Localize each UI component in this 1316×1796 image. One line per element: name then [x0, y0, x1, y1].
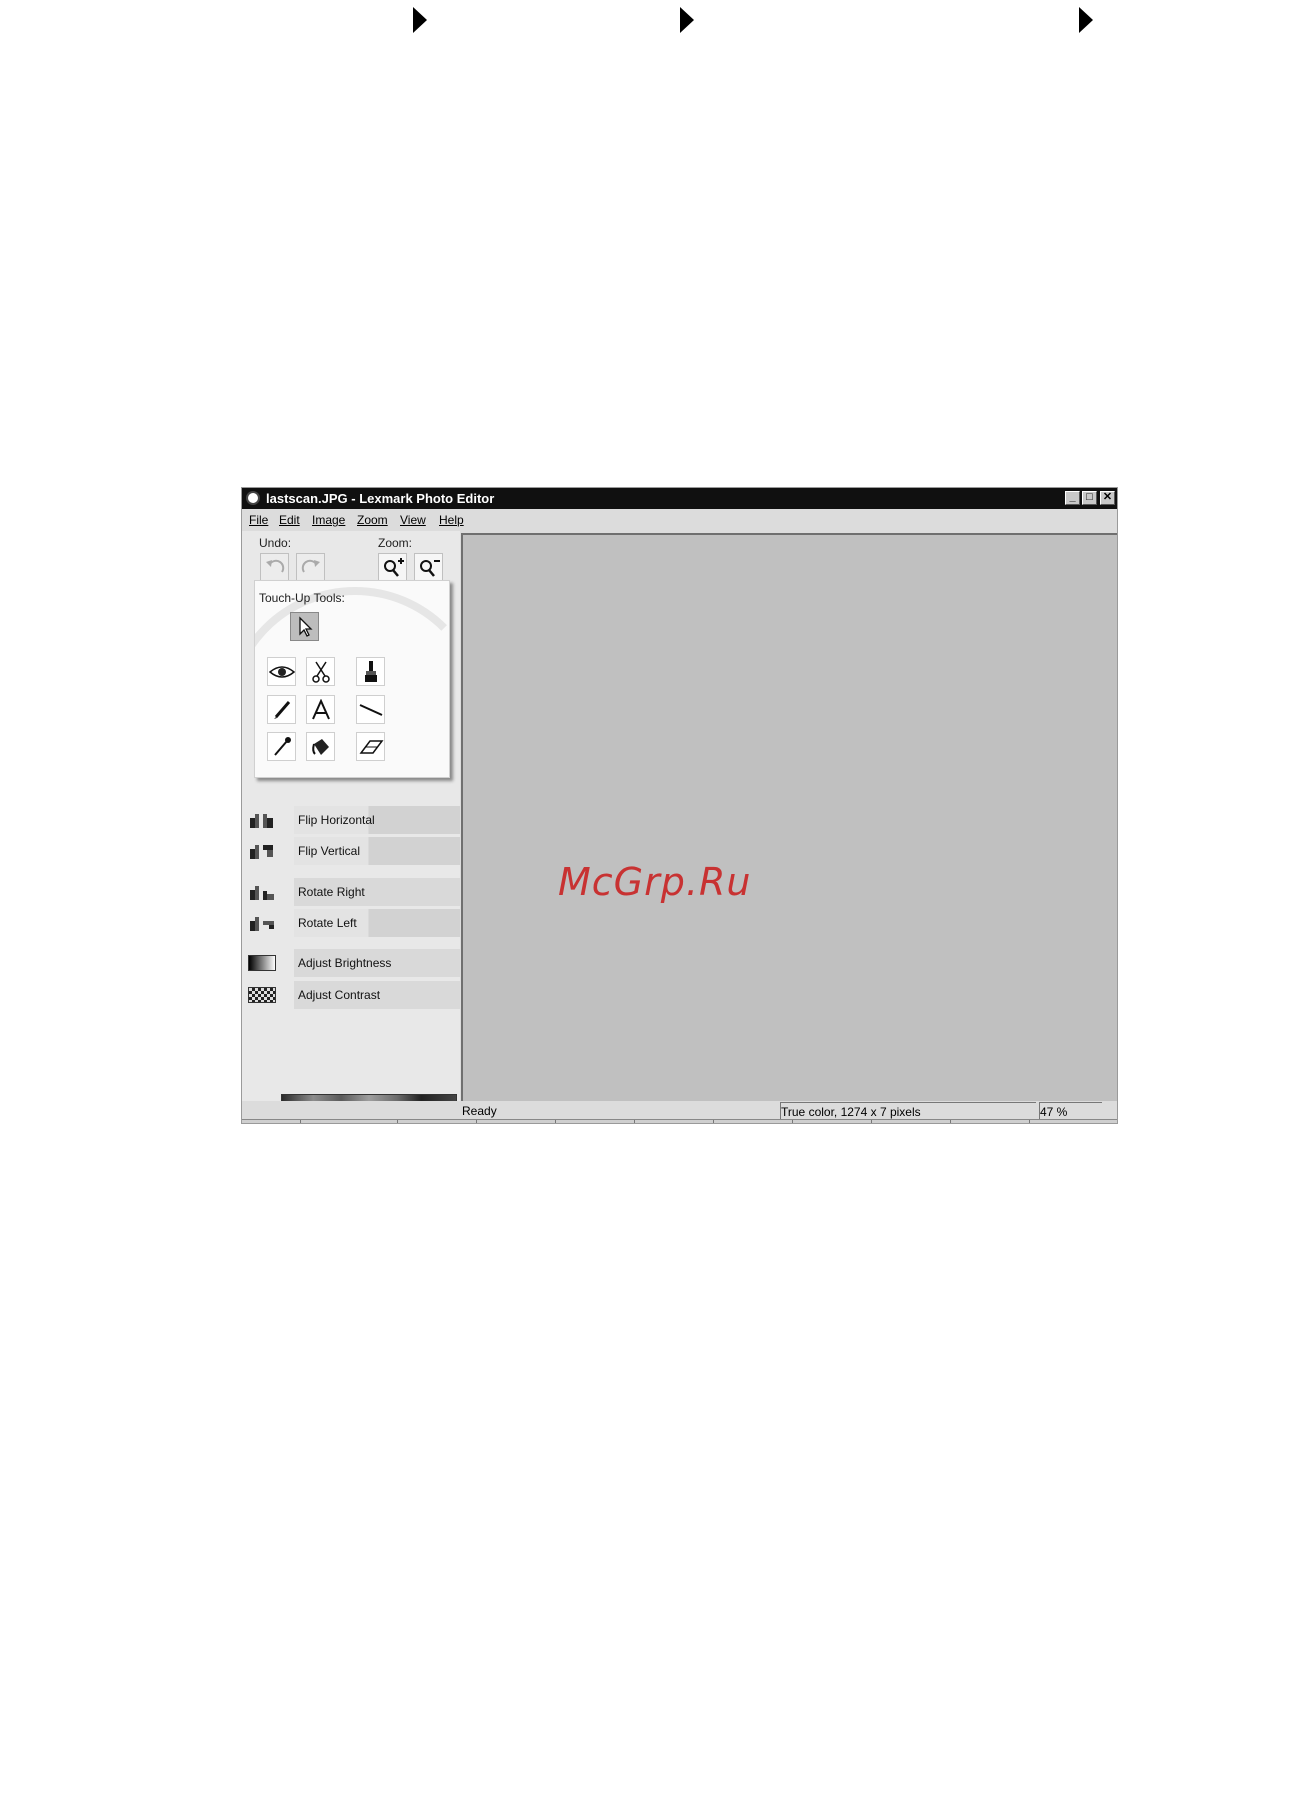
- undo-label: Undo:: [259, 536, 292, 550]
- adjust-brightness-row[interactable]: Adjust Brightness: [242, 949, 460, 977]
- menu-bar: File Edit Image Zoom View Help: [242, 509, 1117, 531]
- zoom-label: Zoom:: [378, 536, 413, 550]
- rotate-right-row[interactable]: Rotate Right: [242, 878, 460, 906]
- page-arrow-3: [1079, 7, 1093, 33]
- eraser-tool[interactable]: [356, 732, 385, 761]
- flip-horizontal-label: Flip Horizontal: [294, 806, 460, 834]
- watermark-text: McGrp.Ru: [558, 860, 752, 904]
- adjust-contrast-row[interactable]: Adjust Contrast: [242, 981, 460, 1009]
- maximize-button[interactable]: □: [1082, 491, 1097, 505]
- fill-icon: [311, 738, 329, 755]
- eraser-icon: [359, 739, 383, 754]
- zoom-out-button[interactable]: [414, 553, 443, 581]
- page-arrow-1: [413, 7, 427, 33]
- zoom-out-icon: [419, 560, 440, 577]
- menu-zoom[interactable]: Zoom: [357, 509, 388, 531]
- flip-vertical-row[interactable]: Flip Vertical: [242, 837, 460, 865]
- status-zoom: 47 %: [1039, 1102, 1102, 1119]
- undo-button[interactable]: [260, 553, 289, 581]
- brush-icon: [364, 660, 377, 682]
- dropper-icon: [273, 736, 291, 756]
- left-panel: Undo: Zoom: Touch-Up Tools: Flip Horizon…: [242, 531, 460, 1123]
- rotate-right-icon: [250, 886, 274, 900]
- red-eye-icon: [268, 665, 295, 678]
- status-image-info: True color, 1274 x 7 pixels: [780, 1102, 1036, 1119]
- text-tool[interactable]: [306, 695, 335, 724]
- redo-icon: [301, 559, 320, 573]
- menu-help[interactable]: Help: [439, 509, 464, 531]
- touchup-tools-panel: Touch-Up Tools:: [254, 580, 450, 778]
- taskbar-strip: [242, 1119, 1117, 1123]
- page-arrow-2: [680, 7, 694, 33]
- photo-editor-window: lastscan.JPG - Lexmark Photo Editor _ □ …: [241, 487, 1118, 1124]
- brightness-icon: [248, 955, 276, 971]
- scissors-icon: [311, 661, 330, 683]
- zoom-in-icon: [383, 558, 404, 577]
- adjust-brightness-label: Adjust Brightness: [294, 949, 460, 977]
- flip-horizontal-row[interactable]: Flip Horizontal: [242, 806, 460, 834]
- text-icon: [311, 698, 330, 719]
- pencil-tool[interactable]: [267, 695, 296, 724]
- status-bar: Ready True color, 1274 x 7 pixels 47 %: [242, 1101, 1117, 1119]
- rotate-left-row[interactable]: Rotate Left: [242, 909, 460, 937]
- pointer-tool[interactable]: [290, 612, 319, 641]
- flip-vertical-label: Flip Vertical: [294, 837, 460, 865]
- close-button[interactable]: ✕: [1100, 491, 1115, 505]
- menu-image[interactable]: Image: [312, 509, 345, 531]
- app-icon: [246, 491, 260, 505]
- menu-edit[interactable]: Edit: [279, 509, 300, 531]
- pointer-icon: [298, 615, 313, 637]
- window-title: lastscan.JPG - Lexmark Photo Editor: [266, 491, 495, 506]
- scissors-tool[interactable]: [306, 657, 335, 686]
- brush-tool[interactable]: [356, 657, 385, 686]
- undo-icon: [265, 559, 284, 573]
- minimize-button[interactable]: _: [1065, 491, 1080, 505]
- status-ready: Ready: [462, 1104, 497, 1118]
- rotate-left-label: Rotate Left: [294, 909, 460, 937]
- title-bar: lastscan.JPG - Lexmark Photo Editor _ □ …: [242, 488, 1117, 509]
- image-canvas[interactable]: McGrp.Ru: [461, 533, 1117, 1101]
- rotate-left-icon: [250, 917, 274, 931]
- rotate-right-label: Rotate Right: [294, 878, 460, 906]
- red-eye-tool[interactable]: [267, 657, 296, 686]
- fill-tool[interactable]: [306, 732, 335, 761]
- zoom-in-button[interactable]: [378, 553, 407, 581]
- menu-file[interactable]: File: [249, 509, 268, 531]
- dropper-tool[interactable]: [267, 732, 296, 761]
- adjust-contrast-label: Adjust Contrast: [294, 981, 460, 1009]
- line-icon: [359, 703, 382, 716]
- flip-vertical-icon: [250, 845, 273, 859]
- touchup-tools-label: Touch-Up Tools:: [259, 591, 345, 605]
- contrast-icon: [248, 987, 276, 1003]
- menu-view[interactable]: View: [400, 509, 426, 531]
- pencil-icon: [273, 700, 290, 719]
- line-tool[interactable]: [356, 695, 385, 724]
- redo-button[interactable]: [296, 553, 325, 581]
- flip-horizontal-icon: [250, 814, 273, 828]
